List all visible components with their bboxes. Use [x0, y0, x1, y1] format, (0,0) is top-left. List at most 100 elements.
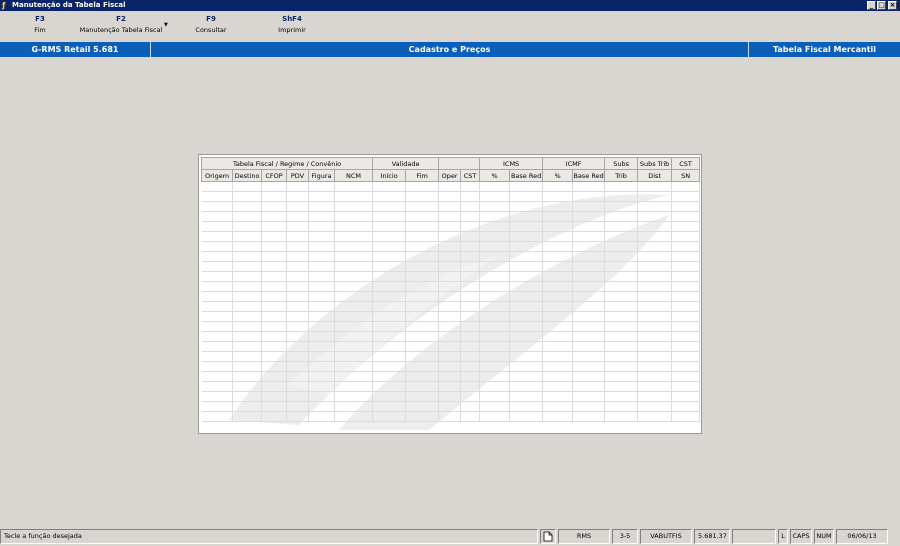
table-cell[interactable]	[438, 181, 462, 192]
table-cell[interactable]	[308, 361, 335, 372]
table-cell[interactable]	[479, 311, 511, 322]
table-cell[interactable]	[604, 351, 639, 362]
table-cell[interactable]	[460, 371, 481, 382]
table-cell[interactable]	[334, 381, 374, 392]
table-cell[interactable]	[286, 401, 309, 412]
table-cell[interactable]	[671, 291, 701, 302]
table-cell[interactable]	[637, 231, 673, 242]
table-cell[interactable]	[261, 301, 287, 312]
maximize-button[interactable]: □	[877, 1, 886, 10]
table-cell[interactable]	[604, 251, 639, 262]
table-cell[interactable]	[372, 261, 407, 272]
table-cell[interactable]	[637, 321, 673, 332]
table-cell[interactable]	[604, 241, 639, 252]
table-cell[interactable]	[308, 191, 335, 202]
table-cell[interactable]	[201, 391, 233, 402]
table-cell[interactable]	[604, 341, 639, 352]
table-cell[interactable]	[334, 361, 374, 372]
table-cell[interactable]	[405, 271, 440, 282]
table-cell[interactable]	[460, 211, 481, 222]
table-cell[interactable]	[604, 331, 639, 342]
table-cell[interactable]	[572, 221, 606, 232]
column-header[interactable]: Figura	[308, 169, 335, 182]
table-cell[interactable]	[479, 201, 511, 212]
table-cell[interactable]	[261, 321, 287, 332]
table-cell[interactable]	[308, 391, 335, 402]
table-cell[interactable]	[334, 311, 374, 322]
table-cell[interactable]	[604, 301, 639, 312]
table-cell[interactable]	[232, 231, 262, 242]
table-cell[interactable]	[405, 381, 440, 392]
table-cell[interactable]	[261, 391, 287, 402]
table-cell[interactable]	[637, 221, 673, 232]
table-cell[interactable]	[308, 301, 335, 312]
table-cell[interactable]	[509, 261, 544, 272]
table-cell[interactable]	[671, 391, 701, 402]
table-cell[interactable]	[372, 341, 407, 352]
table-cell[interactable]	[438, 361, 462, 372]
table-cell[interactable]	[201, 271, 233, 282]
table-cell[interactable]	[405, 231, 440, 242]
table-cell[interactable]	[308, 341, 335, 352]
table-cell[interactable]	[509, 271, 544, 282]
table-cell[interactable]	[308, 311, 335, 322]
table-cell[interactable]	[261, 381, 287, 392]
table-cell[interactable]	[509, 411, 544, 422]
table-cell[interactable]	[637, 371, 673, 382]
table-cell[interactable]	[479, 341, 511, 352]
table-cell[interactable]	[232, 401, 262, 412]
table-cell[interactable]	[542, 261, 574, 272]
table-cell[interactable]	[405, 201, 440, 212]
table-cell[interactable]	[308, 291, 335, 302]
table-cell[interactable]	[405, 261, 440, 272]
table-cell[interactable]	[334, 341, 374, 352]
table-cell[interactable]	[372, 391, 407, 402]
table-cell[interactable]	[308, 221, 335, 232]
table-cell[interactable]	[509, 381, 544, 392]
table-cell[interactable]	[286, 251, 309, 262]
table-cell[interactable]	[572, 181, 606, 192]
table-cell[interactable]	[572, 401, 606, 412]
table-cell[interactable]	[671, 271, 701, 282]
table-cell[interactable]	[572, 281, 606, 292]
table-cell[interactable]	[286, 301, 309, 312]
table-cell[interactable]	[232, 271, 262, 282]
table-cell[interactable]	[201, 411, 233, 422]
table-cell[interactable]	[637, 361, 673, 372]
table-cell[interactable]	[372, 371, 407, 382]
table-row[interactable]	[201, 361, 701, 372]
table-cell[interactable]	[509, 351, 544, 362]
table-cell[interactable]	[438, 271, 462, 282]
table-cell[interactable]	[286, 291, 309, 302]
table-cell[interactable]	[542, 191, 574, 202]
fiscal-table[interactable]: Tabela Fiscal / Regime / Convênio Valida…	[200, 157, 701, 422]
table-cell[interactable]	[372, 201, 407, 212]
table-cell[interactable]	[372, 281, 407, 292]
table-cell[interactable]	[334, 201, 374, 212]
table-cell[interactable]	[479, 381, 511, 392]
table-cell[interactable]	[637, 301, 673, 312]
table-cell[interactable]	[460, 231, 481, 242]
table-cell[interactable]	[201, 361, 233, 372]
table-cell[interactable]	[671, 371, 701, 382]
table-cell[interactable]	[438, 381, 462, 392]
table-cell[interactable]	[671, 211, 701, 222]
table-cell[interactable]	[232, 281, 262, 292]
table-cell[interactable]	[201, 371, 233, 382]
table-cell[interactable]	[637, 381, 673, 392]
table-cell[interactable]	[405, 351, 440, 362]
table-cell[interactable]	[334, 411, 374, 422]
table-cell[interactable]	[308, 211, 335, 222]
table-cell[interactable]	[372, 271, 407, 282]
table-cell[interactable]	[286, 241, 309, 252]
table-cell[interactable]	[372, 231, 407, 242]
table-cell[interactable]	[261, 281, 287, 292]
table-cell[interactable]	[604, 391, 639, 402]
table-cell[interactable]	[542, 221, 574, 232]
table-cell[interactable]	[460, 311, 481, 322]
table-cell[interactable]	[334, 281, 374, 292]
table-cell[interactable]	[460, 191, 481, 202]
table-cell[interactable]	[232, 311, 262, 322]
table-cell[interactable]	[479, 391, 511, 402]
table-row[interactable]	[201, 381, 701, 392]
